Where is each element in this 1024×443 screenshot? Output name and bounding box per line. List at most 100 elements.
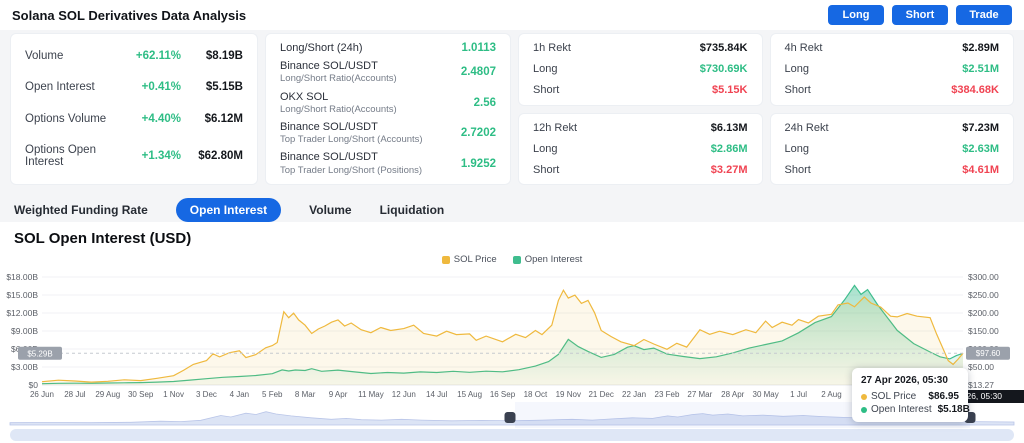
rekt-short-row: Short $384.68K xyxy=(785,84,1000,96)
svg-text:8 Mar: 8 Mar xyxy=(295,390,316,399)
tooltip-row: Open Interest $5.18B xyxy=(861,404,970,415)
stat-change: +0.41% xyxy=(141,81,181,94)
stat-value: $5.15B xyxy=(205,81,243,94)
rekt-short-label: Short xyxy=(533,163,560,176)
market-stats-card: Volume +62.11% $8.19B Open Interest +0.41% $5… xyxy=(10,33,258,185)
rekt-short-value: $384.68K xyxy=(951,84,999,97)
longshort-ratio-card: Long/Short (24h) 1.0113 Binance SOL/USDT Lo… xyxy=(265,33,511,185)
svg-text:$97.60: $97.60 xyxy=(976,349,1001,358)
right-axis-labels: $300.00$250.00$200.00$150.00$100.00$50.0… xyxy=(968,272,999,390)
market-stat-row: Options Open Interest +1.34% $62.80M xyxy=(25,144,243,168)
rekt-column-left: 1h Rekt $735.84K Long $730.69K Short $5.15K 12… xyxy=(518,33,763,185)
rekt-short-value: $3.27M xyxy=(710,163,748,176)
svg-text:$3.00B: $3.00B xyxy=(11,362,38,372)
ratio-row: Binance SOL/USDT Top Trader Long/Short (A… xyxy=(280,120,496,147)
rekt-card: 4h Rekt $2.89M Long $2.51M Short $384.68K xyxy=(769,33,1014,106)
tab-open-interest[interactable]: Open Interest xyxy=(175,198,282,222)
rekt-total-value: $735.84K xyxy=(699,42,748,55)
tooltip-date: 27 Apr 2026, 05:30 xyxy=(861,375,948,386)
rekt-card: 24h Rekt $7.23M Long $2.63M Short $4.61M xyxy=(769,112,1014,185)
svg-text:12 Jun: 12 Jun xyxy=(392,390,416,399)
rekt-period-label: 4h Rekt xyxy=(784,42,823,55)
svg-text:$9.00B: $9.00B xyxy=(11,326,38,336)
svg-text:28 Jul: 28 Jul xyxy=(64,390,86,399)
svg-text:$12.00B: $12.00B xyxy=(6,308,38,318)
market-stat-row: Options Volume +4.40% $6.12M xyxy=(25,113,243,125)
rekt-long-value: $2.63M xyxy=(962,142,999,155)
rekt-short-value: $4.61M xyxy=(962,163,999,176)
svg-text:1 Jul: 1 Jul xyxy=(790,390,807,399)
svg-text:9 Apr: 9 Apr xyxy=(329,390,348,399)
chart-tooltip: 27 Apr 2026, 05:30 SOL Price $86.95 Open I… xyxy=(852,368,970,422)
tab-liquidation[interactable]: Liquidation xyxy=(380,203,445,217)
chart-scrollbar[interactable] xyxy=(10,429,1014,441)
rekt-card: 1h Rekt $735.84K Long $730.69K Short $5.15K xyxy=(518,33,763,106)
stat-label: Open Interest xyxy=(25,81,95,94)
svg-text:$150.00: $150.00 xyxy=(968,326,999,336)
svg-text:30 May: 30 May xyxy=(753,390,779,399)
rekt-period-label: 12h Rekt xyxy=(533,121,578,134)
ratio-title: Long/Short (24h) xyxy=(280,41,363,54)
rekt-short-label: Short xyxy=(533,84,560,97)
chart-tabs: Weighted Funding Rate Open Interest Volume… xyxy=(14,198,444,222)
svg-text:30 Sep: 30 Sep xyxy=(128,390,154,399)
ratio-title: Binance SOL/USDT xyxy=(280,120,378,133)
svg-text:29 Aug: 29 Aug xyxy=(95,390,120,399)
page-header: Solana SOL Derivatives Data Analysis Lon… xyxy=(0,0,1024,30)
svg-text:22 Jan: 22 Jan xyxy=(622,390,646,399)
tooltip-series-name: SOL Price xyxy=(871,391,917,402)
market-stat-row: Open Interest +0.41% $5.15B xyxy=(25,81,243,93)
ratio-title: OKX SOL xyxy=(280,90,329,103)
svg-text:$15.00B: $15.00B xyxy=(6,290,38,300)
svg-text:21 Dec: 21 Dec xyxy=(588,390,613,399)
svg-text:$50.00: $50.00 xyxy=(968,362,994,372)
tab-weighted-funding-rate[interactable]: Weighted Funding Rate xyxy=(14,203,148,217)
stat-label: Volume xyxy=(25,49,64,62)
legend-swatch-icon xyxy=(441,255,450,264)
ratio-subtitle: Top Trader Long/Short (Accounts) xyxy=(280,134,423,146)
rekt-long-value: $2.86M xyxy=(710,142,748,155)
svg-text:23 Feb: 23 Feb xyxy=(655,390,680,399)
long-button[interactable]: Long xyxy=(828,5,884,25)
svg-text:$200.00: $200.00 xyxy=(968,308,999,318)
tab-volume[interactable]: Volume xyxy=(309,203,351,217)
rekt-long-label: Long xyxy=(784,142,809,155)
svg-text:28 Apr: 28 Apr xyxy=(721,390,744,399)
svg-text:11 May: 11 May xyxy=(358,390,384,399)
svg-text:26 Jun: 26 Jun xyxy=(30,390,54,399)
rekt-total-value: $2.89M xyxy=(962,42,999,55)
rekt-long-label: Long xyxy=(533,63,558,76)
rekt-long-label: Long xyxy=(533,142,558,155)
svg-text:27 Mar: 27 Mar xyxy=(687,390,712,399)
svg-text:2 Aug: 2 Aug xyxy=(821,390,841,399)
navigator-handle-left[interactable] xyxy=(504,412,516,423)
svg-text:15 Aug: 15 Aug xyxy=(457,390,482,399)
rekt-total-value: $7.23M xyxy=(962,121,999,134)
rekt-long-row: Long $2.51M xyxy=(785,63,1000,75)
legend-item-open-interest[interactable]: Open Interest xyxy=(512,254,582,265)
rekt-long-row: Long $2.63M xyxy=(785,143,1000,155)
series-dot-icon xyxy=(861,406,867,413)
ratio-title: Binance SOL/USDT xyxy=(280,60,378,73)
chart-title: SOL Open Interest (USD) xyxy=(14,230,192,247)
svg-text:19 Nov: 19 Nov xyxy=(556,390,581,399)
legend-item-sol-price[interactable]: SOL Price xyxy=(441,254,497,265)
rekt-card: 12h Rekt $6.13M Long $2.86M Short $3.27M xyxy=(518,112,763,185)
rekt-total-row: 1h Rekt $735.84K xyxy=(533,42,748,54)
stats-section: Volume +62.11% $8.19B Open Interest +0.41% $5… xyxy=(10,33,1014,185)
left-axis-labels: $18.00B$15.00B$12.00B$9.00B$6.00B$3.00B$… xyxy=(6,272,38,390)
rekt-column-right: 4h Rekt $2.89M Long $2.51M Short $384.68K 24h … xyxy=(769,33,1014,185)
ratio-row: Binance SOL/USDT Top Trader Long/Short (P… xyxy=(280,150,496,177)
ratio-labels: Binance SOL/USDT Top Trader Long/Short (P… xyxy=(280,150,461,177)
short-button[interactable]: Short xyxy=(892,5,948,25)
ratio-labels: Binance SOL/USDT Top Trader Long/Short (A… xyxy=(280,120,461,147)
ratio-value: 2.4807 xyxy=(460,66,496,79)
legend-swatch-icon xyxy=(512,255,521,264)
ratio-row: OKX SOL Long/Short Ratio(Accounts) 2.56 xyxy=(280,90,496,117)
ratio-value: 1.9252 xyxy=(460,157,496,170)
ratio-labels: OKX SOL Long/Short Ratio(Accounts) xyxy=(280,90,474,117)
rekt-total-row: 4h Rekt $2.89M xyxy=(785,42,1000,54)
trade-button[interactable]: Trade xyxy=(956,5,1012,25)
sol-price-area xyxy=(42,290,963,385)
page-title: Solana SOL Derivatives Data Analysis xyxy=(12,7,247,23)
